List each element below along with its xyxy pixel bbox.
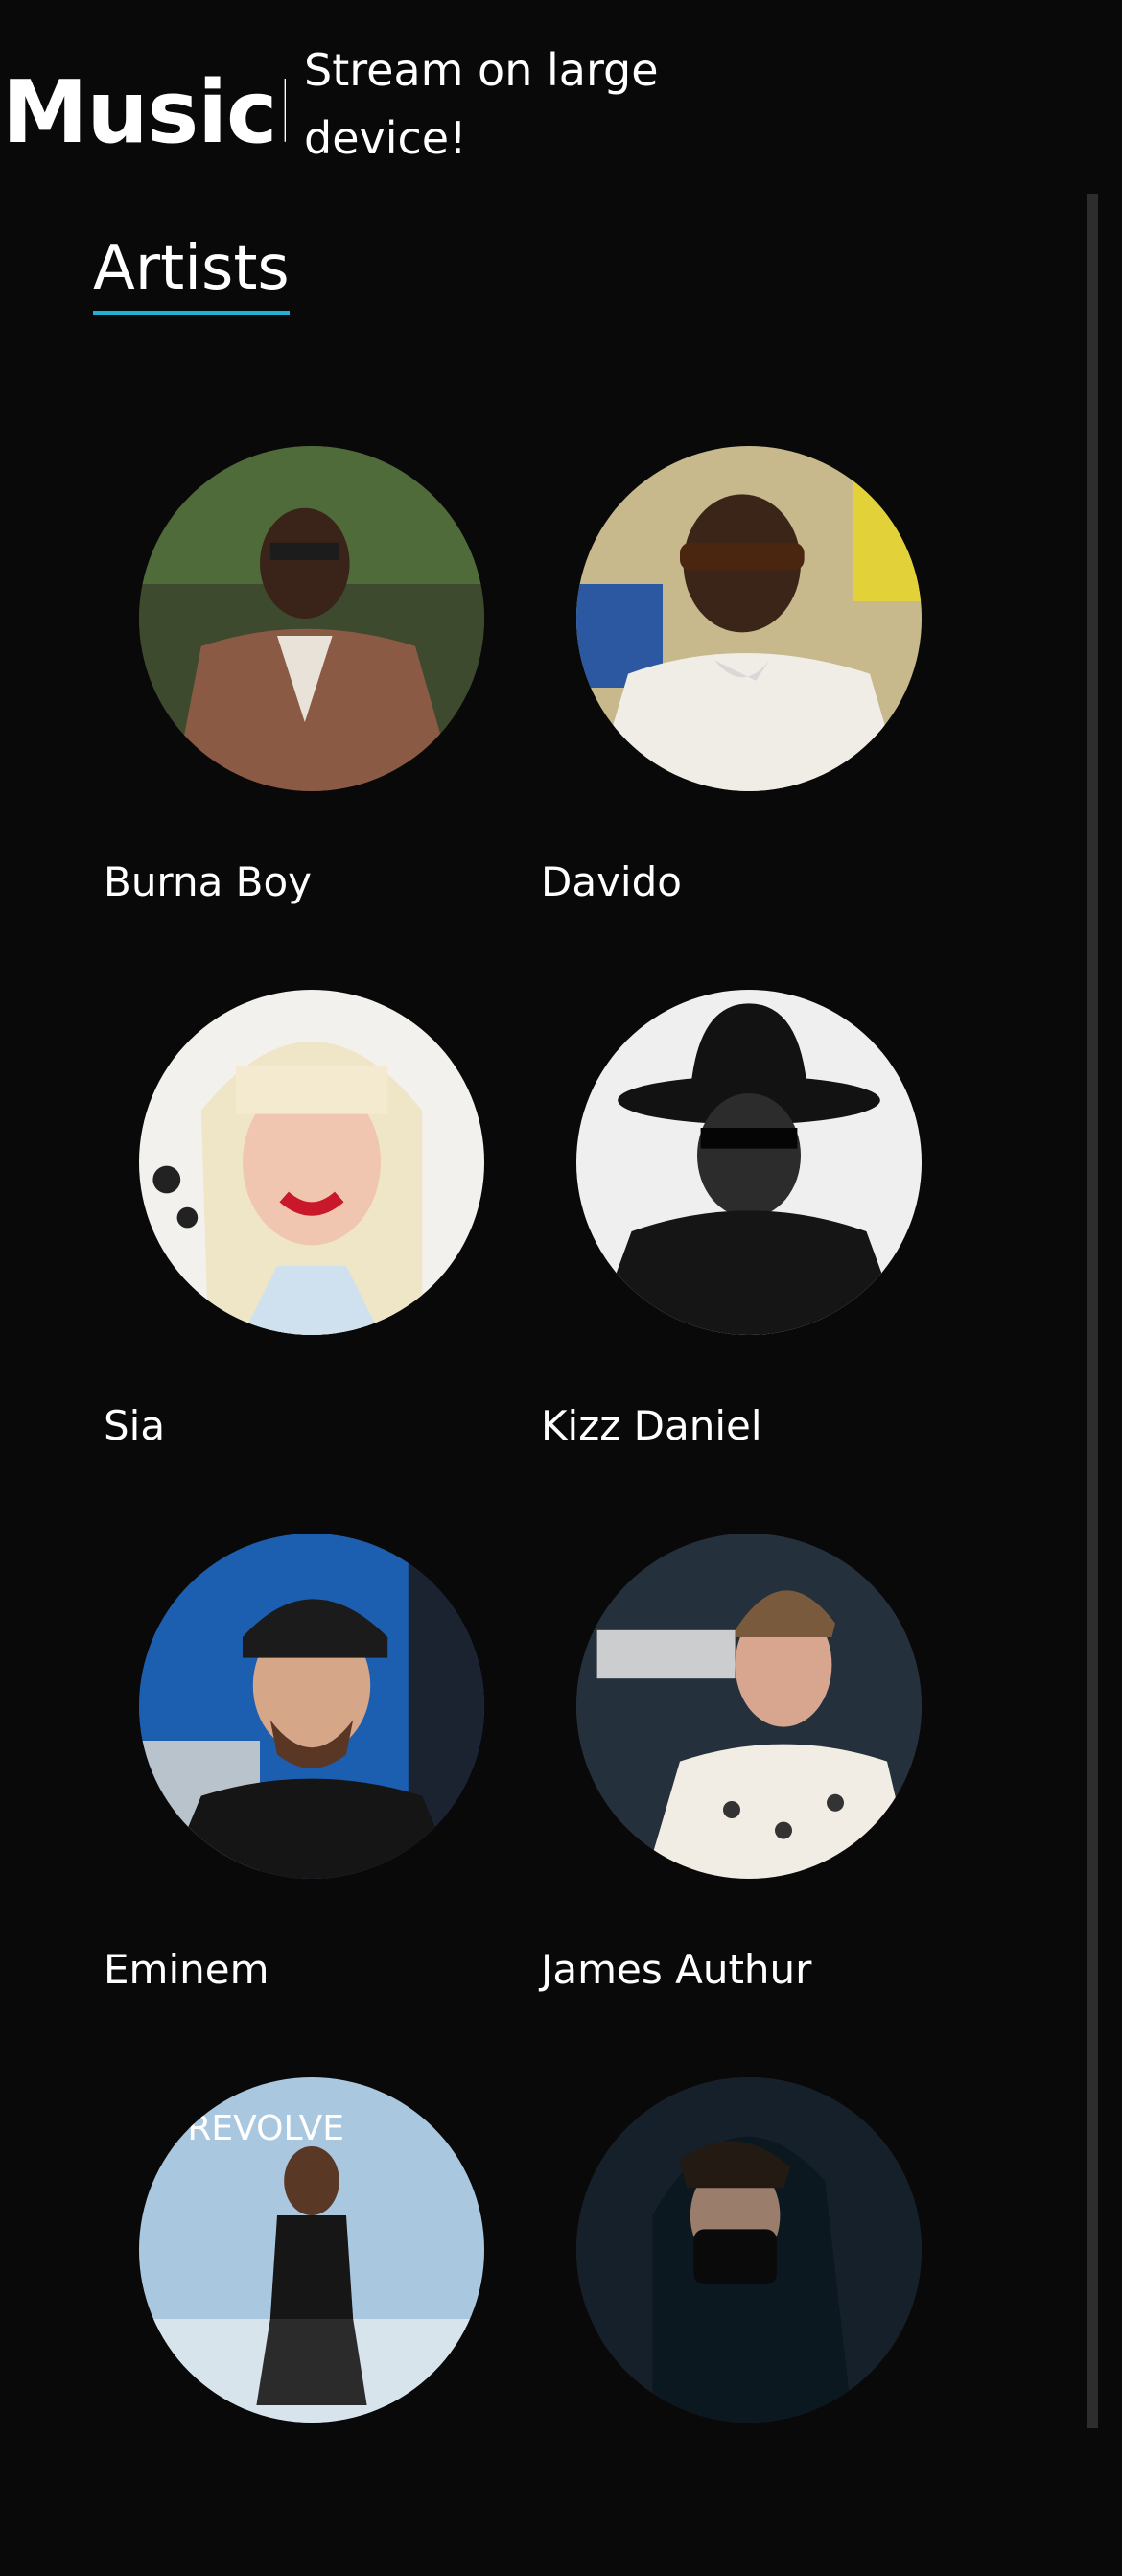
artist-card-kizz-daniel[interactable]: Kizz Daniel [530, 990, 922, 1488]
svg-text:REVOLVE: REVOLVE [187, 2109, 344, 2148]
artist-card-james-authur[interactable]: James Authur [530, 1534, 922, 2032]
artist-card-8[interactable] [530, 2077, 922, 2576]
section-title-label: Artists [93, 233, 290, 304]
artist-card-sia[interactable]: Sia [93, 990, 484, 1488]
app-logo[interactable]: MusicPl [2, 58, 286, 168]
artist-name[interactable]: Kizz Daniel [541, 1402, 762, 1449]
artist-card-7[interactable]: REVOLVE [93, 2077, 484, 2576]
header-tagline: Stream on large device! [304, 44, 659, 164]
artist-avatar[interactable] [576, 446, 922, 791]
scrollbar[interactable] [1087, 194, 1098, 2428]
artist-avatar[interactable] [139, 990, 484, 1335]
section-title-underline [93, 311, 290, 315]
artist-avatar[interactable] [576, 990, 922, 1335]
artists-section-title: Artists [93, 230, 290, 315]
artist-avatar[interactable]: REVOLVE [139, 2077, 484, 2423]
artist-avatar[interactable] [139, 446, 484, 791]
artist-card-eminem[interactable]: Eminem [93, 1534, 484, 2032]
artist-avatar[interactable] [139, 1534, 484, 1879]
artist-name[interactable]: James Authur [541, 1946, 811, 1993]
artist-card-davido[interactable]: Davido [530, 446, 922, 945]
artist-avatar[interactable] [576, 2077, 922, 2423]
artist-name[interactable]: Eminem [104, 1946, 269, 1993]
artist-avatar[interactable] [576, 1534, 922, 1879]
artist-name[interactable]: Burna Boy [104, 858, 312, 905]
artist-name[interactable]: Davido [541, 858, 682, 905]
artist-name[interactable]: Sia [104, 1402, 165, 1449]
artist-card-burna-boy[interactable]: Burna Boy [93, 446, 484, 945]
